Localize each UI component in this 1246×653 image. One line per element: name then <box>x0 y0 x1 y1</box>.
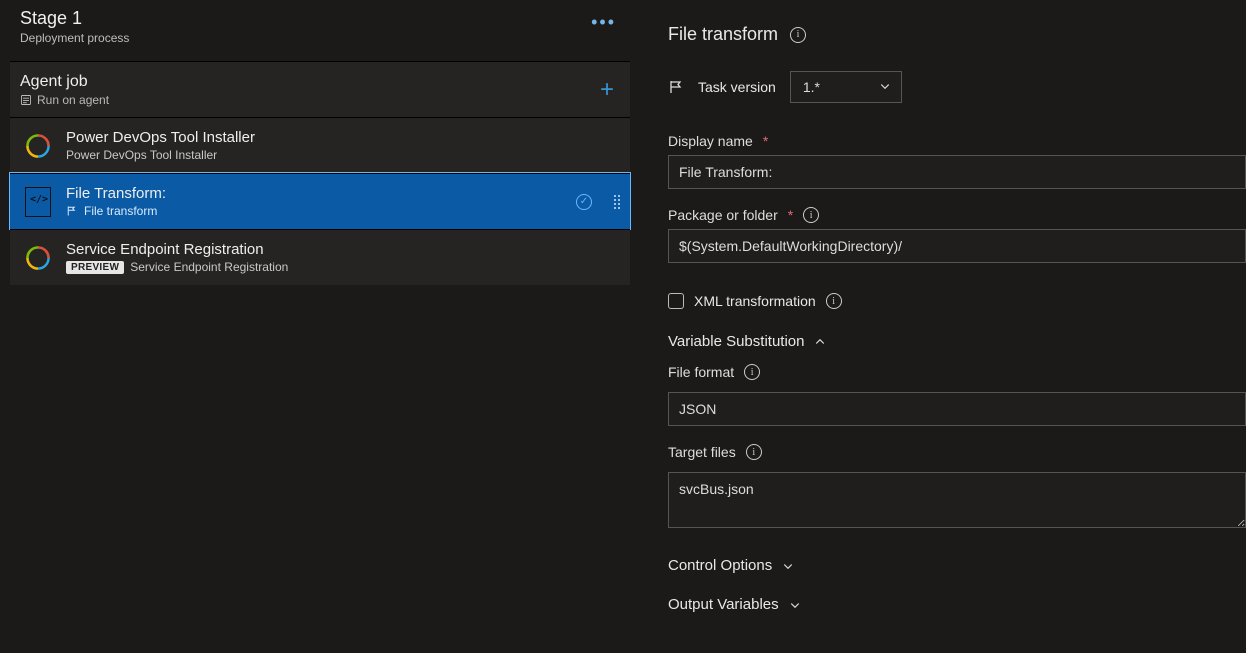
flag-icon <box>66 205 78 217</box>
required-asterisk: * <box>763 133 768 149</box>
chevron-down-icon <box>879 80 891 92</box>
task-subtitle-text: File transform <box>84 204 157 218</box>
task-version-select[interactable]: 1.* <box>790 71 902 103</box>
display-name-input[interactable] <box>668 155 1246 189</box>
info-icon[interactable]: i <box>744 364 760 380</box>
xml-transform-checkbox[interactable] <box>668 293 684 309</box>
task-version-label: Task version <box>698 79 776 95</box>
file-format-label: File format i <box>668 364 1246 380</box>
file-format-field: File format i <box>668 364 1246 426</box>
flag-icon <box>668 79 684 95</box>
info-icon[interactable]: i <box>826 293 842 309</box>
task-titles: Power DevOps Tool Installer Power DevOps… <box>66 129 620 162</box>
target-files-label: Target files i <box>668 444 1246 460</box>
display-name-label: Display name* <box>668 133 1246 149</box>
chevron-down-icon <box>782 560 794 572</box>
chevron-up-icon <box>814 336 826 348</box>
info-icon[interactable]: i <box>790 27 806 43</box>
target-files-field: Target files i <box>668 444 1246 531</box>
agent-job-titles: Agent job Run on agent <box>20 73 594 107</box>
package-field: Package or folder* i <box>668 207 1246 263</box>
task-row-selected[interactable]: File Transform: File transform ✓ <box>10 173 630 229</box>
task-subtitle: Power DevOps Tool Installer <box>66 148 620 162</box>
xml-transform-label: XML transformation <box>694 293 816 309</box>
stage-header: Stage 1 Deployment process ••• <box>10 8 630 61</box>
stage-title: Stage 1 <box>20 8 129 29</box>
file-transform-task-icon <box>24 188 52 216</box>
control-options-header[interactable]: Control Options <box>668 557 1246 574</box>
task-version-value: 1.* <box>803 79 820 95</box>
task-version-row: Task version 1.* <box>668 71 1246 103</box>
task-row[interactable]: Power DevOps Tool Installer Power DevOps… <box>10 117 630 173</box>
panel-title-row: File transform i <box>668 24 1246 45</box>
xml-transform-row: XML transformation i <box>668 293 1246 309</box>
agent-job-subtitle: Run on agent <box>20 93 594 107</box>
task-row[interactable]: Service Endpoint Registration PREVIEW Se… <box>10 229 630 285</box>
file-code-icon <box>25 187 51 217</box>
task-titles: Service Endpoint Registration PREVIEW Se… <box>66 241 620 274</box>
preview-badge: PREVIEW <box>66 261 124 274</box>
package-input[interactable] <box>668 229 1246 263</box>
task-subtitle: File transform <box>66 204 562 218</box>
agent-job-row[interactable]: Agent job Run on agent + <box>10 61 630 117</box>
display-name-field: Display name* <box>668 133 1246 189</box>
chevron-down-icon <box>789 599 801 611</box>
file-format-input[interactable] <box>668 392 1246 426</box>
output-variables-header[interactable]: Output Variables <box>668 596 1246 613</box>
package-label: Package or folder* i <box>668 207 1246 223</box>
info-icon[interactable]: i <box>746 444 762 460</box>
info-icon[interactable]: i <box>803 207 819 223</box>
panel-title: File transform <box>668 24 778 45</box>
task-details-pane: File transform i Task version 1.* Displa… <box>640 0 1246 653</box>
agent-job-subtitle-text: Run on agent <box>37 93 109 107</box>
target-files-textarea[interactable] <box>668 472 1246 528</box>
drag-handle-icon[interactable] <box>614 195 620 209</box>
add-task-button[interactable]: + <box>594 76 620 104</box>
check-icon: ✓ <box>576 194 592 210</box>
task-subtitle-text: Service Endpoint Registration <box>130 260 288 274</box>
stage-titles: Stage 1 Deployment process <box>20 8 129 45</box>
agent-job-title: Agent job <box>20 73 594 91</box>
task-title: Power DevOps Tool Installer <box>66 129 620 146</box>
agent-icon <box>20 94 32 106</box>
devops-icon <box>24 132 52 160</box>
task-title: File Transform: <box>66 185 562 202</box>
variable-substitution-header[interactable]: Variable Substitution <box>668 333 1246 350</box>
task-subtitle: PREVIEW Service Endpoint Registration <box>66 260 620 274</box>
task-titles: File Transform: File transform <box>66 185 562 218</box>
stage-subtitle: Deployment process <box>20 31 129 45</box>
required-asterisk: * <box>788 207 793 223</box>
more-actions-button[interactable]: ••• <box>583 8 624 37</box>
task-title: Service Endpoint Registration <box>66 241 620 258</box>
devops-icon <box>24 244 52 272</box>
pipeline-left-pane: Stage 1 Deployment process ••• Agent job… <box>0 0 640 653</box>
